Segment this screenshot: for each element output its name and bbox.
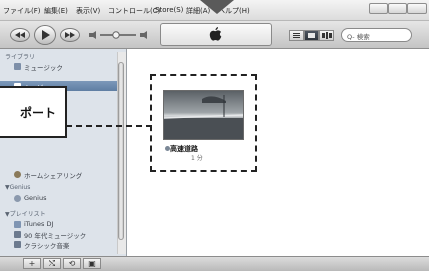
volume-slider[interactable] xyxy=(86,30,152,40)
close-button[interactable] xyxy=(407,3,427,14)
volume-high-icon xyxy=(140,31,147,39)
rewind-icon xyxy=(15,32,25,38)
movie-duration: 1 分 xyxy=(191,155,203,162)
smart-playlist-icon xyxy=(14,241,21,248)
fast-forward-icon xyxy=(65,32,75,38)
sidebar-scroll-thumb[interactable] xyxy=(118,62,124,240)
search-placeholder: Q- 検索 xyxy=(347,33,370,41)
status-display xyxy=(160,23,272,46)
sidebar-item-itunes-dj[interactable]: iTunes DJ xyxy=(24,220,53,228)
music-note-icon xyxy=(14,63,21,70)
callout-label: ポート xyxy=(19,106,56,120)
playlists-heading: ▼プレイリスト xyxy=(5,211,46,218)
sidebar-item-genius[interactable]: Genius xyxy=(24,194,46,202)
volume-knob xyxy=(112,31,120,39)
sidebar-item-classical[interactable]: クラシック音楽 xyxy=(24,240,69,250)
shuffle-button[interactable]: ⤭ xyxy=(43,258,61,269)
grid-view-button[interactable] xyxy=(304,30,319,41)
list-view-button[interactable] xyxy=(289,30,304,41)
movie-thumbnail[interactable] xyxy=(163,90,244,140)
callout-connector-line xyxy=(56,125,152,127)
menu-controls[interactable]: コントロール(C) xyxy=(108,6,160,16)
volume-low-icon xyxy=(89,31,96,39)
sidebar-item-90s-music[interactable]: 90 年代ミュージック xyxy=(24,230,86,240)
search-field[interactable]: Q- 検索 xyxy=(341,28,412,42)
menu-view[interactable]: 表示(V) xyxy=(76,6,100,16)
sidebar-item-home-sharing[interactable]: ホームシェアリング xyxy=(24,170,82,180)
menu-store[interactable]: Store(S) xyxy=(155,6,183,14)
coverflow-view-icon xyxy=(322,32,332,39)
road-scene-image xyxy=(164,95,243,139)
home-sharing-icon xyxy=(14,171,21,178)
previous-button[interactable] xyxy=(10,28,30,42)
next-button[interactable] xyxy=(60,28,80,42)
menu-file[interactable]: ファイル(F) xyxy=(3,6,41,16)
minimize-button[interactable] xyxy=(369,3,388,14)
play-icon xyxy=(42,30,50,40)
apple-icon xyxy=(209,27,222,41)
list-view-icon xyxy=(293,33,300,38)
grid-view-icon xyxy=(308,33,315,38)
play-button[interactable] xyxy=(34,25,56,45)
genius-heading: ▼Genius xyxy=(5,184,31,191)
repeat-button[interactable]: ⟲ xyxy=(63,258,81,269)
library-heading: ライブラリ xyxy=(5,54,36,61)
add-playlist-button[interactable]: + xyxy=(23,258,41,269)
maximize-button[interactable] xyxy=(388,3,407,14)
dj-icon xyxy=(14,221,21,228)
genius-icon xyxy=(14,195,21,202)
smart-playlist-icon xyxy=(14,231,21,238)
artwork-button[interactable]: ▣ xyxy=(83,258,101,269)
callout-arrow-down xyxy=(200,0,234,14)
menu-edit[interactable]: 編集(E) xyxy=(44,6,68,16)
sidebar-item-music[interactable]: ミュージック xyxy=(24,62,63,72)
coverflow-view-button[interactable] xyxy=(319,30,334,41)
